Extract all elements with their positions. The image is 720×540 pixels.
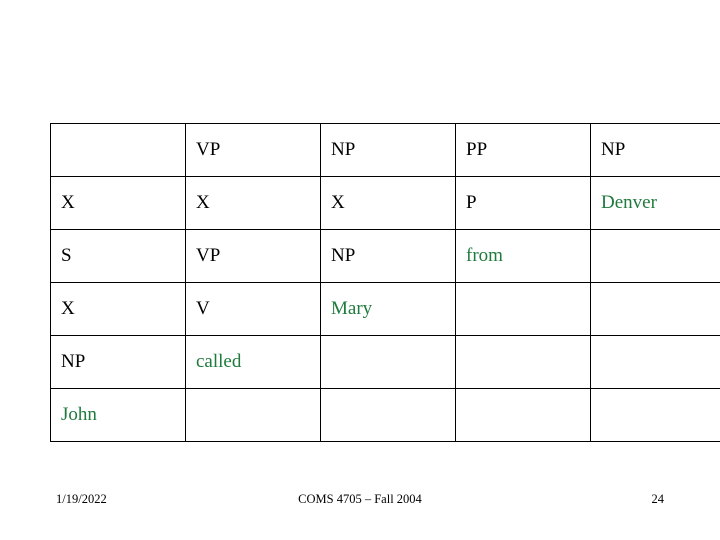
table-cell: X: [185, 176, 321, 230]
table-cell: NP: [320, 229, 456, 283]
table-cell: [455, 282, 591, 336]
table-cell: PP: [455, 123, 591, 177]
footer-course-label: COMS 4705 – Fall 2004: [298, 492, 422, 506]
table-cell: [320, 335, 456, 389]
table-cell: [50, 123, 186, 177]
table-cell: V: [185, 282, 321, 336]
table-cell: S: [50, 229, 186, 283]
footer-page-number: 24: [651, 492, 665, 506]
table-cell: X: [50, 176, 186, 230]
table-row: NP called: [50, 335, 720, 389]
table-cell: NP: [590, 123, 720, 177]
table-cell: [590, 388, 720, 442]
slide-footer: 1/19/2022 COMS 4705 – Fall 2004 24: [0, 492, 720, 516]
table-cell: [590, 335, 720, 389]
table-cell: from: [455, 229, 591, 283]
slide: VP NP PP NP X X X P Denver S VP NP from …: [0, 0, 720, 540]
table-cell: [590, 282, 720, 336]
table-cell: called: [185, 335, 321, 389]
table-cell: [455, 388, 591, 442]
table-cell: Mary: [320, 282, 456, 336]
table-cell: [185, 388, 321, 442]
table-cell: P: [455, 176, 591, 230]
table-cell: John: [50, 388, 186, 442]
table-cell: X: [320, 176, 456, 230]
table-cell: NP: [320, 123, 456, 177]
table-row: X V Mary: [50, 282, 720, 336]
table-row: S VP NP from: [50, 229, 720, 283]
table-row: VP NP PP NP: [50, 123, 720, 177]
table-cell: VP: [185, 123, 321, 177]
cky-table-body: VP NP PP NP X X X P Denver S VP NP from …: [50, 123, 720, 442]
table-cell: [590, 229, 720, 283]
table-cell: Denver: [590, 176, 720, 230]
table-row: John: [50, 388, 720, 442]
table-cell: [455, 335, 591, 389]
table-cell: [320, 388, 456, 442]
cky-parse-table: VP NP PP NP X X X P Denver S VP NP from …: [50, 123, 720, 442]
table-cell: NP: [50, 335, 186, 389]
table-cell: VP: [185, 229, 321, 283]
table-row: X X X P Denver: [50, 176, 720, 230]
table-cell: X: [50, 282, 186, 336]
